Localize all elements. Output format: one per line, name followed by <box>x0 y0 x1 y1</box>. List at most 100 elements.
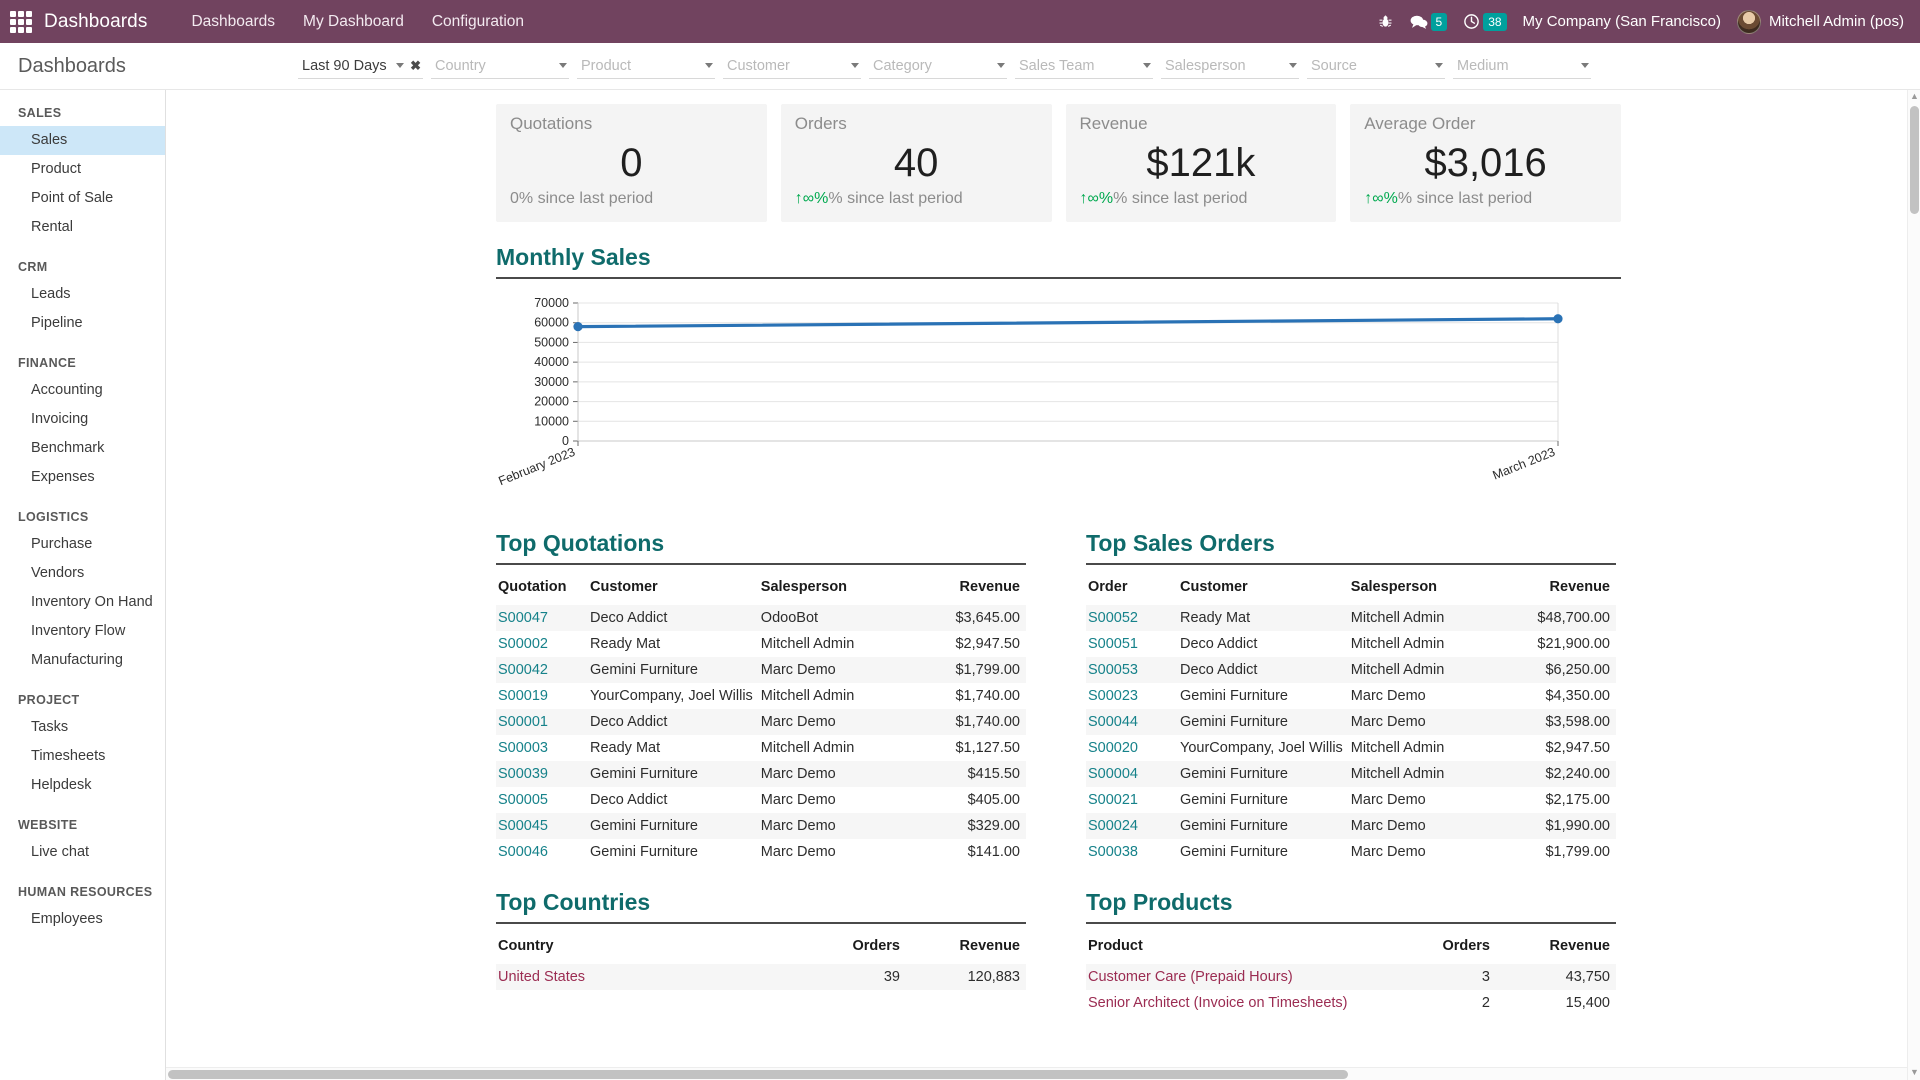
nav-item-my-dashboard[interactable]: My Dashboard <box>291 7 416 37</box>
record-link[interactable]: S00004 <box>1088 766 1138 782</box>
col-header-orders[interactable]: Orders <box>1376 934 1496 964</box>
messages-indicator[interactable]: 5 <box>1409 12 1448 31</box>
sidebar-item-point-of-sale[interactable]: Point of Sale <box>0 184 165 213</box>
record-link[interactable]: S00052 <box>1088 610 1138 626</box>
table-row[interactable]: S00053 Deco Addict Mitchell Admin $6,250.00 <box>1086 657 1616 683</box>
cell-reference[interactable]: S00001 <box>496 709 588 735</box>
col-header-salesperson[interactable]: Salesperson <box>759 575 887 605</box>
table-row[interactable]: S00003 Ready Mat Mitchell Admin $1,127.50 <box>496 735 1026 761</box>
cell-reference[interactable]: S00045 <box>496 813 588 839</box>
sidebar-item-product[interactable]: Product <box>0 155 165 184</box>
bug-icon[interactable] <box>1378 14 1393 29</box>
table-row[interactable]: S00019 YourCompany, Joel Willis Mitchell A… <box>496 683 1026 709</box>
sidebar-item-live-chat[interactable]: Live chat <box>0 838 165 867</box>
table-row[interactable]: Customer Care (Prepaid Hours) 3 43,750 <box>1086 964 1616 990</box>
record-link[interactable]: S00024 <box>1088 818 1138 834</box>
chevron-down-icon[interactable] <box>1289 63 1297 68</box>
sidebar-item-manufacturing[interactable]: Manufacturing <box>0 646 165 675</box>
clear-period-icon[interactable]: ✖ <box>410 59 421 72</box>
cell-reference[interactable]: S00046 <box>496 839 588 865</box>
record-link[interactable]: S00023 <box>1088 688 1138 704</box>
col-header-order[interactable]: Order <box>1086 575 1178 605</box>
table-row[interactable]: S00047 Deco Addict OdooBot $3,645.00 <box>496 605 1026 631</box>
cell-reference[interactable]: S00005 <box>496 787 588 813</box>
table-row[interactable]: S00042 Gemini Furniture Marc Demo $1,799.00 <box>496 657 1026 683</box>
table-row[interactable]: S00052 Ready Mat Mitchell Admin $48,700.00 <box>1086 605 1616 631</box>
table-row[interactable]: S00024 Gemini Furniture Marc Demo $1,990.00 <box>1086 813 1616 839</box>
cell-name[interactable]: Customer Care (Prepaid Hours) <box>1086 964 1376 990</box>
filter-product[interactable]: Product <box>577 53 715 79</box>
record-link[interactable]: S00021 <box>1088 792 1138 808</box>
kpi-card-revenue[interactable]: Revenue $121k ↑∞%% since last period <box>1065 104 1337 222</box>
col-header-orders[interactable]: Orders <box>786 934 906 964</box>
nav-item-dashboards[interactable]: Dashboards <box>179 7 287 37</box>
table-row[interactable]: S00045 Gemini Furniture Marc Demo $329.00 <box>496 813 1026 839</box>
record-link[interactable]: S00020 <box>1088 740 1138 756</box>
nav-item-configuration[interactable]: Configuration <box>420 7 536 37</box>
record-link[interactable]: S00045 <box>498 818 548 834</box>
record-link[interactable]: Senior Architect (Invoice on Timesheets) <box>1088 995 1348 1011</box>
filter-source[interactable]: Source <box>1307 53 1445 79</box>
cell-reference[interactable]: S00002 <box>496 631 588 657</box>
record-link[interactable]: S00044 <box>1088 714 1138 730</box>
cell-reference[interactable]: S00052 <box>1086 605 1178 631</box>
company-switcher[interactable]: My Company (San Francisco) <box>1523 13 1721 30</box>
table-row[interactable]: S00001 Deco Addict Marc Demo $1,740.00 <box>496 709 1026 735</box>
table-row[interactable]: S00038 Gemini Furniture Marc Demo $1,799.00 <box>1086 839 1616 865</box>
sidebar-item-inventory-flow[interactable]: Inventory Flow <box>0 617 165 646</box>
sidebar-item-purchase[interactable]: Purchase <box>0 530 165 559</box>
filter-medium[interactable]: Medium <box>1453 53 1591 79</box>
chevron-down-icon[interactable] <box>1581 63 1589 68</box>
cell-reference[interactable]: S00024 <box>1086 813 1178 839</box>
scroll-down-arrow-icon[interactable]: ▼ <box>1909 1067 1920 1079</box>
monthly-sales-chart[interactable]: 0 10000 20000 30000 40000 50000 60000 70000 Febr… <box>496 289 1621 504</box>
col-header-customer[interactable]: Customer <box>1178 575 1349 605</box>
table-row[interactable]: S00004 Gemini Furniture Mitchell Admin $2,2… <box>1086 761 1616 787</box>
filter-period[interactable]: Last 90 Days ✖ <box>298 53 423 79</box>
sidebar-item-invoicing[interactable]: Invoicing <box>0 405 165 434</box>
cell-reference[interactable]: S00003 <box>496 735 588 761</box>
col-header-revenue[interactable]: Revenue <box>887 575 1026 605</box>
table-row[interactable]: S00051 Deco Addict Mitchell Admin $21,900.0… <box>1086 631 1616 657</box>
chevron-down-icon[interactable] <box>851 63 859 68</box>
chart-data-point[interactable] <box>573 322 583 332</box>
record-link[interactable]: S00001 <box>498 714 548 730</box>
chevron-down-icon[interactable] <box>559 63 567 68</box>
cell-reference[interactable]: S00053 <box>1086 657 1178 683</box>
chevron-down-icon[interactable] <box>705 63 713 68</box>
sidebar-item-employees[interactable]: Employees <box>0 905 165 934</box>
chevron-down-icon[interactable] <box>997 63 1005 68</box>
sidebar-item-sales[interactable]: Sales <box>0 126 165 155</box>
table-row[interactable]: United States 39 120,883 <box>496 964 1026 990</box>
sidebar-item-pipeline[interactable]: Pipeline <box>0 309 165 338</box>
record-link[interactable]: United States <box>498 969 585 985</box>
sidebar-item-tasks[interactable]: Tasks <box>0 713 165 742</box>
record-link[interactable]: S00053 <box>1088 662 1138 678</box>
cell-reference[interactable]: S00044 <box>1086 709 1178 735</box>
sidebar-item-helpdesk[interactable]: Helpdesk <box>0 771 165 800</box>
horizontal-scrollbar-thumb[interactable] <box>168 1070 1348 1079</box>
cell-reference[interactable]: S00047 <box>496 605 588 631</box>
table-row[interactable]: Senior Architect (Invoice on Timesheets)… <box>1086 990 1616 1016</box>
table-row[interactable]: S00039 Gemini Furniture Marc Demo $415.50 <box>496 761 1026 787</box>
cell-name[interactable]: United States <box>496 964 786 990</box>
record-link[interactable]: S00002 <box>498 636 548 652</box>
horizontal-scrollbar[interactable] <box>166 1067 1907 1080</box>
table-row[interactable]: S00021 Gemini Furniture Marc Demo $2,175.00 <box>1086 787 1616 813</box>
activities-indicator[interactable]: 38 <box>1463 12 1507 31</box>
sidebar-item-rental[interactable]: Rental <box>0 213 165 242</box>
cell-reference[interactable]: S00019 <box>496 683 588 709</box>
chevron-down-icon[interactable] <box>396 63 405 68</box>
sidebar-item-leads[interactable]: Leads <box>0 280 165 309</box>
table-row[interactable]: S00020 YourCompany, Joel Willis Mitchell A… <box>1086 735 1616 761</box>
sidebar-item-expenses[interactable]: Expenses <box>0 463 165 492</box>
col-header-country[interactable]: Country <box>496 934 786 964</box>
filter-country[interactable]: Country <box>431 53 569 79</box>
record-link[interactable]: S00042 <box>498 662 548 678</box>
chevron-down-icon[interactable] <box>1435 63 1443 68</box>
table-row[interactable]: S00023 Gemini Furniture Marc Demo $4,350.00 <box>1086 683 1616 709</box>
cell-reference[interactable]: S00051 <box>1086 631 1178 657</box>
record-link[interactable]: S00003 <box>498 740 548 756</box>
cell-reference[interactable]: S00021 <box>1086 787 1178 813</box>
vertical-scrollbar-thumb[interactable] <box>1910 106 1919 214</box>
